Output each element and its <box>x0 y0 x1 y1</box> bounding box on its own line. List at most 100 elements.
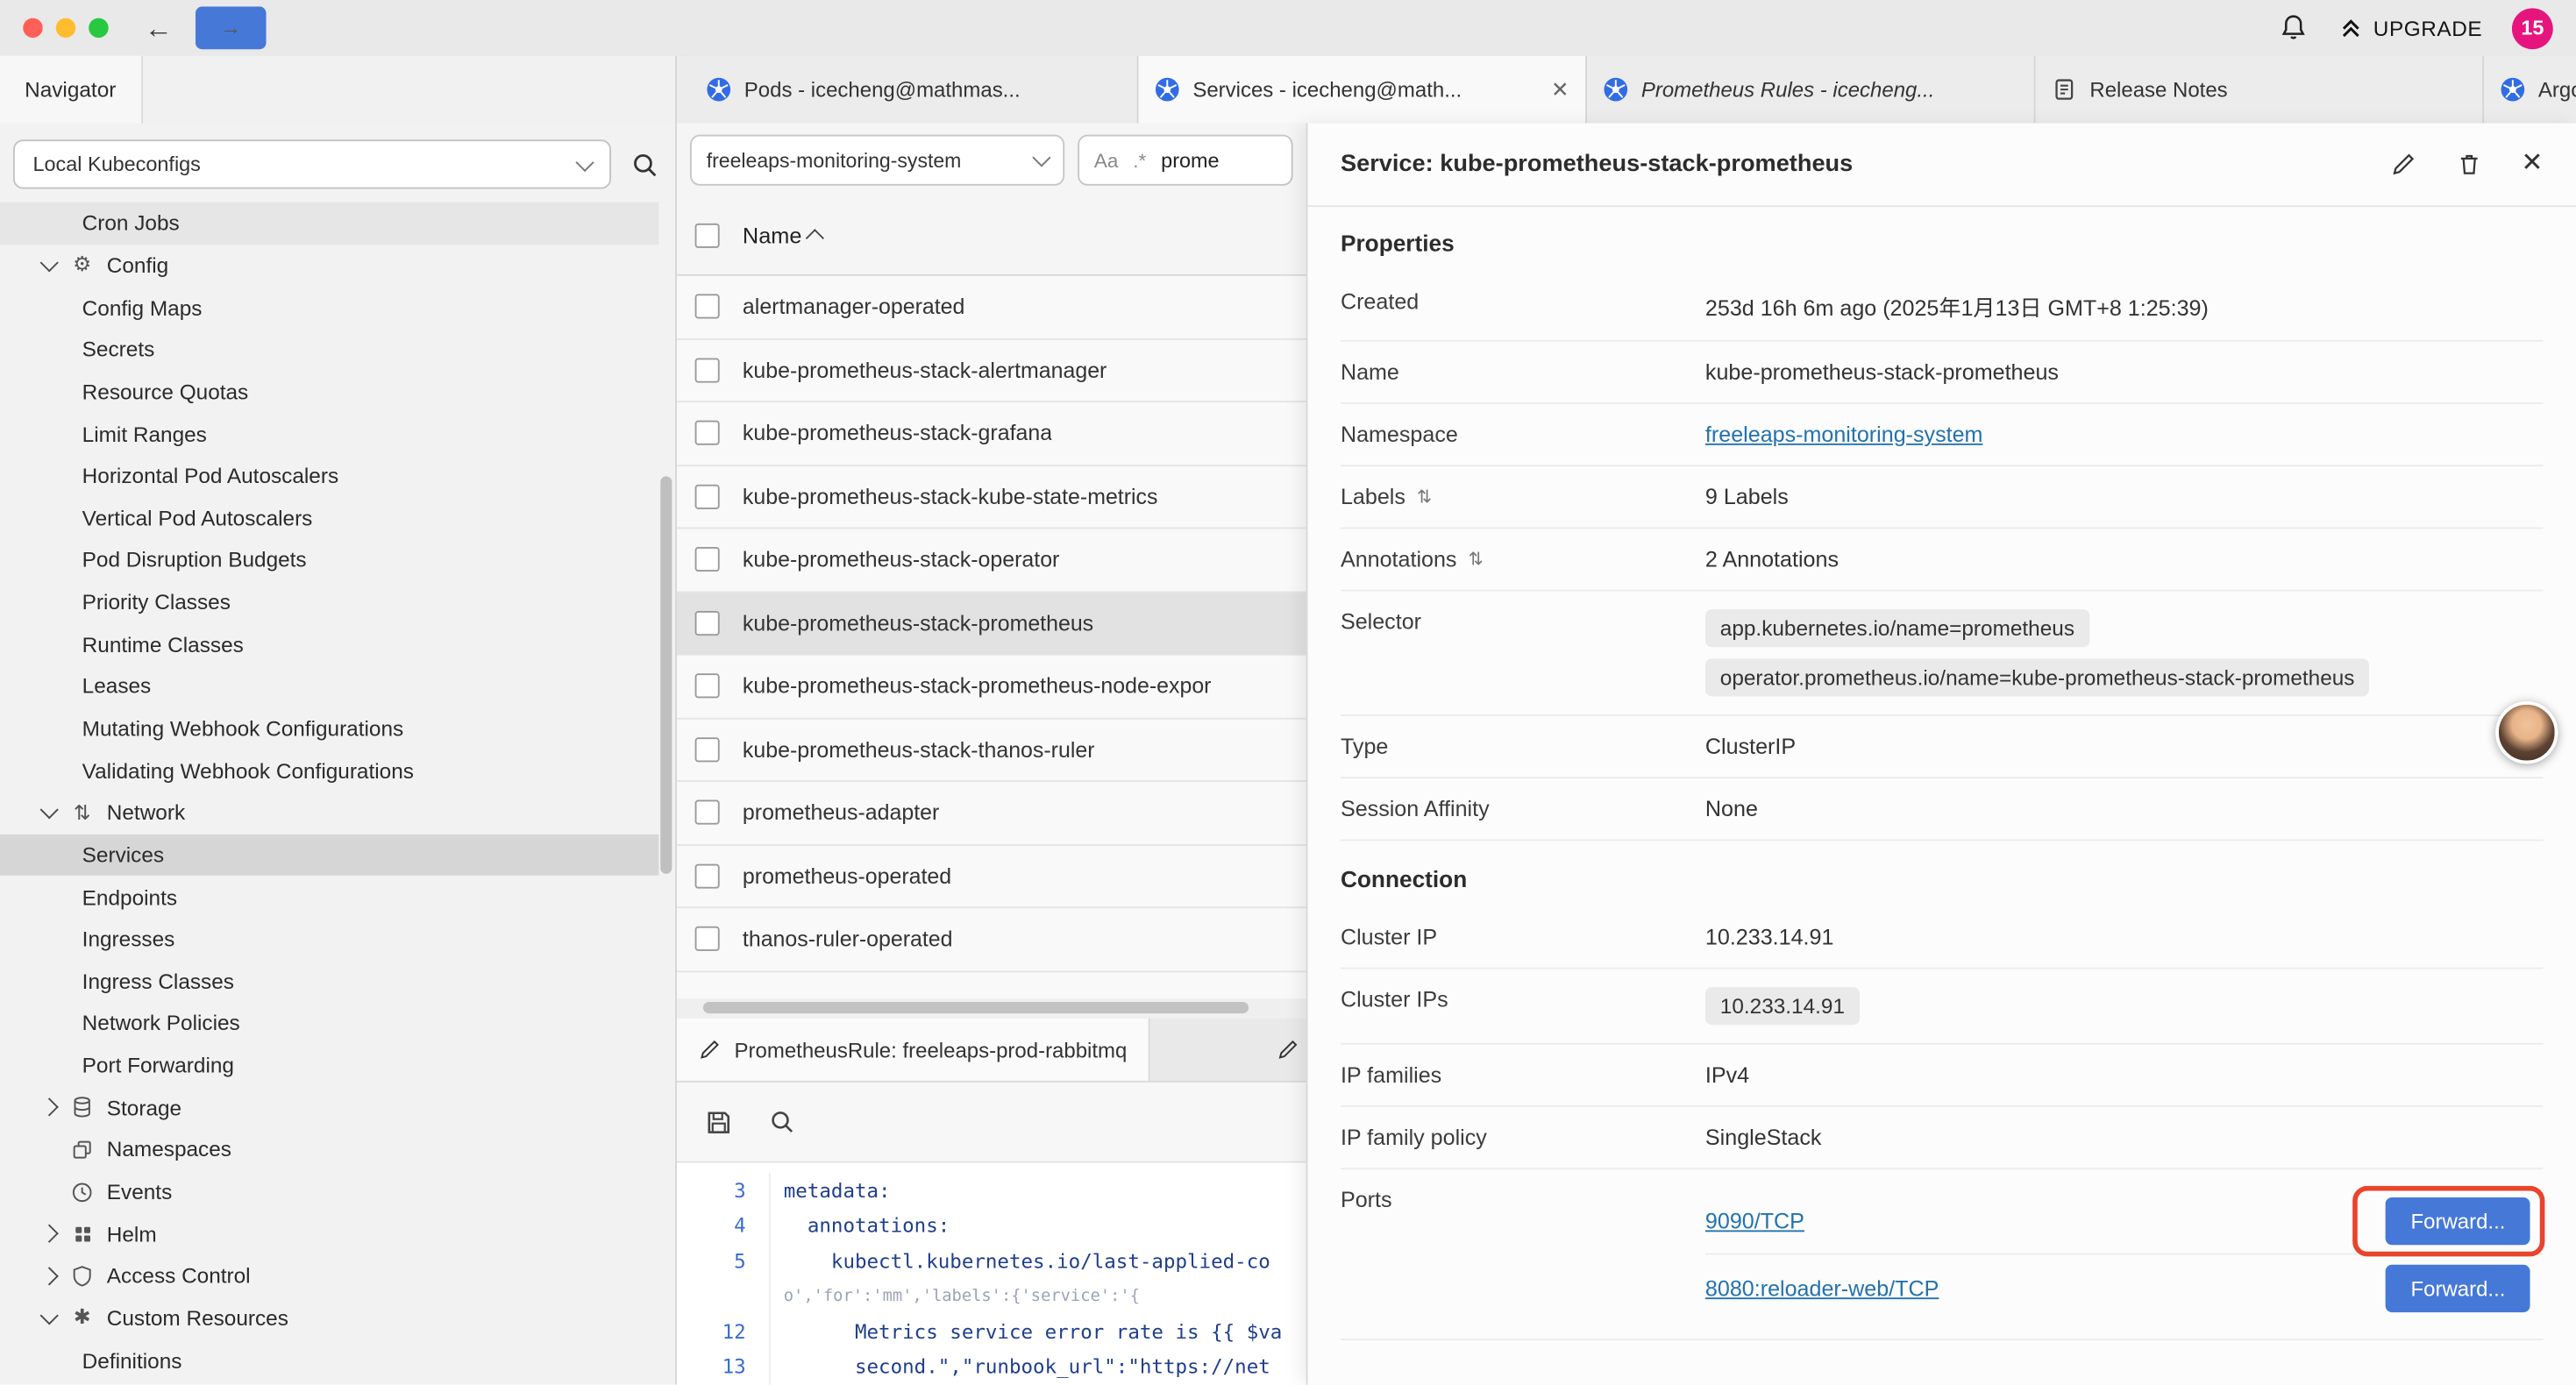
forward-button[interactable]: Forward... <box>2386 1264 2530 1311</box>
row-checkbox[interactable] <box>695 611 720 636</box>
sidebar-item-mutating-webhook-configurations[interactable]: Mutating Webhook Configurations <box>0 707 658 749</box>
sidebar-item-port-forwarding[interactable]: Port Forwarding <box>0 1044 658 1086</box>
table-row[interactable]: kube-prometheus-stack-kube-state-metrics <box>677 465 1306 529</box>
table-row[interactable]: kube-prometheus-stack-prometheus <box>677 592 1306 655</box>
sidebar-item-secrets[interactable]: Secrets <box>0 329 658 371</box>
sidebar-item-events[interactable]: Events <box>0 1170 658 1212</box>
tab-prometheus-rules-icecheng[interactable]: Prometheus Rules - icecheng... <box>1587 56 2036 124</box>
notification-count-badge[interactable]: 15 <box>2512 7 2553 48</box>
minimize-window-icon[interactable] <box>56 18 75 38</box>
release-notes-icon <box>2052 77 2076 102</box>
close-tab-icon[interactable]: ✕ <box>1551 76 1569 103</box>
horizontal-scrollbar[interactable] <box>677 998 1306 1018</box>
sidebar-item-limit-ranges[interactable]: Limit Ranges <box>0 413 658 455</box>
property-row-selector: Selectorapp.kubernetes.io/name=prometheu… <box>1341 592 2544 716</box>
delete-trash-icon[interactable] <box>2455 151 2481 177</box>
tab-services-icecheng-math[interactable]: Services - icecheng@math...✕ <box>1138 56 1587 124</box>
editor-search-icon[interactable] <box>769 1109 795 1135</box>
sidebar-item-config-maps[interactable]: Config Maps <box>0 287 658 329</box>
table-row[interactable]: kube-prometheus-stack-prometheus-node-ex… <box>677 656 1306 719</box>
sidebar-item-services[interactable]: Services <box>0 834 658 876</box>
sidebar-item-horizontal-pod-autoscalers[interactable]: Horizontal Pod Autoscalers <box>0 455 658 497</box>
regex-toggle[interactable]: .* <box>1133 149 1146 172</box>
editor-tab-partial[interactable] <box>1150 1019 1306 1081</box>
table-row[interactable]: kube-prometheus-stack-alertmanager <box>677 339 1306 402</box>
sidebar-scrollbar[interactable] <box>660 476 672 873</box>
table-row[interactable]: prometheus-operated <box>677 845 1306 908</box>
sidebar-item-resource-quotas[interactable]: Resource Quotas <box>0 371 658 413</box>
expand-toggle-icon[interactable]: ⇅ <box>1417 487 1432 508</box>
close-drawer-icon[interactable]: ✕ <box>2521 151 2543 177</box>
row-checkbox[interactable] <box>695 295 720 319</box>
row-checkbox[interactable] <box>695 547 720 572</box>
table-row[interactable]: alertmanager-operated <box>677 276 1306 339</box>
sidebar-item-endpoints[interactable]: Endpoints <box>0 876 658 918</box>
property-value: kube-prometheus-stack-prometheus <box>1705 359 2544 384</box>
sidebar-item-config[interactable]: ⚙Config <box>0 245 658 287</box>
sidebar-item-namespaces[interactable]: Namespaces <box>0 1128 658 1170</box>
table-row[interactable]: kube-prometheus-stack-thanos-ruler <box>677 719 1306 782</box>
sidebar-item-storage[interactable]: Storage <box>0 1086 658 1128</box>
row-checkbox[interactable] <box>695 674 720 699</box>
sidebar-item-network[interactable]: ⇅Network <box>0 792 658 834</box>
select-all-checkbox[interactable] <box>695 224 720 248</box>
upgrade-button[interactable]: UPGRADE <box>2338 15 2483 41</box>
property-row-session-affinity: Session AffinityNone <box>1341 778 2544 841</box>
sidebar-item-vertical-pod-autoscalers[interactable]: Vertical Pod Autoscalers <box>0 497 658 539</box>
maximize-window-icon[interactable] <box>89 18 108 38</box>
sidebar-item-access-control[interactable]: Access Control <box>0 1255 658 1297</box>
sidebar-item-definitions[interactable]: Definitions <box>0 1339 658 1381</box>
sidebar-item-ingress-classes[interactable]: Ingress Classes <box>0 960 658 1002</box>
port-link[interactable]: 8080:reloader-web/TCP <box>1705 1275 1939 1300</box>
kubeconfig-selector[interactable]: Local Kubeconfigs <box>13 139 611 188</box>
editor-tab-prometheusrule[interactable]: PrometheusRule: freeleaps-prod-rabbitmq <box>677 1019 1150 1081</box>
navigator-title: Navigator <box>0 56 142 124</box>
sidebar-item-validating-webhook-configurations[interactable]: Validating Webhook Configurations <box>0 749 658 792</box>
tab-argo-s[interactable]: Argo S <box>2484 56 2576 124</box>
close-window-icon[interactable] <box>23 18 42 38</box>
notifications-bell-icon[interactable] <box>2278 13 2308 43</box>
match-case-toggle[interactable]: Aa <box>1094 149 1119 172</box>
sidebar-item-leases[interactable]: Leases <box>0 665 658 707</box>
tab-release-notes[interactable]: Release Notes <box>2036 56 2485 124</box>
edit-pencil-icon[interactable] <box>2390 151 2416 177</box>
floating-avatar[interactable] <box>2495 701 2558 764</box>
sidebar-search-icon[interactable] <box>631 150 659 178</box>
row-checkbox[interactable] <box>695 737 720 762</box>
property-row-labels: Labels⇅9 Labels <box>1341 466 2544 529</box>
name-column-header[interactable]: Name <box>743 224 822 248</box>
namespace-filter-dropdown[interactable]: freeleaps-monitoring-system <box>690 135 1064 186</box>
expand-toggle-icon[interactable]: ⇅ <box>1469 549 1484 570</box>
pencil-icon <box>698 1038 721 1061</box>
table-row[interactable]: thanos-ruler-operated <box>677 908 1306 971</box>
save-icon[interactable] <box>705 1108 733 1136</box>
yaml-editor[interactable]: 3metadata:4 annotations:5 kubectl.kubern… <box>677 1163 1306 1385</box>
sidebar-item-runtime-classes[interactable]: Runtime Classes <box>0 623 658 665</box>
tab-pods-icecheng-mathmas[interactable]: Pods - icecheng@mathmas... <box>690 56 1139 124</box>
forward-button[interactable]: Forward... <box>2386 1197 2530 1244</box>
table-row[interactable]: kube-prometheus-stack-grafana <box>677 402 1306 465</box>
row-checkbox[interactable] <box>695 863 720 888</box>
service-detail-drawer: Service: kube-prometheus-stack-prometheu… <box>1306 124 2576 1385</box>
sidebar-item-ingresses[interactable]: Ingresses <box>0 918 658 960</box>
forward-nav-button[interactable]: → <box>196 6 266 50</box>
row-checkbox[interactable] <box>695 484 720 508</box>
sidebar-item-pod-disruption-budgets[interactable]: Pod Disruption Budgets <box>0 539 658 581</box>
row-checkbox[interactable] <box>695 927 720 951</box>
sidebar-item-cron-jobs[interactable]: Cron Jobs <box>0 202 658 244</box>
property-row-annotations: Annotations⇅2 Annotations <box>1341 529 2544 591</box>
row-checkbox[interactable] <box>695 421 720 445</box>
back-button[interactable]: ← <box>145 14 173 42</box>
sidebar-item-network-policies[interactable]: Network Policies <box>0 1002 658 1044</box>
table-row[interactable]: prometheus-adapter <box>677 782 1306 845</box>
row-checkbox[interactable] <box>695 358 720 382</box>
namespace-link[interactable]: freeleaps-monitoring-system <box>1705 423 2544 447</box>
sidebar-item-custom-resources[interactable]: ✱Custom Resources <box>0 1297 658 1339</box>
sidebar-item-priority-classes[interactable]: Priority Classes <box>0 581 658 623</box>
table-row[interactable]: kube-prometheus-stack-operator <box>677 529 1306 592</box>
property-row-ports: Ports9090/TCPForward...8080:reloader-web… <box>1341 1169 2544 1340</box>
list-search-input[interactable]: Aa .* prome <box>1078 135 1292 186</box>
row-checkbox[interactable] <box>695 800 720 825</box>
sidebar-item-helm[interactable]: Helm <box>0 1213 658 1255</box>
port-link[interactable]: 9090/TCP <box>1705 1208 1804 1232</box>
